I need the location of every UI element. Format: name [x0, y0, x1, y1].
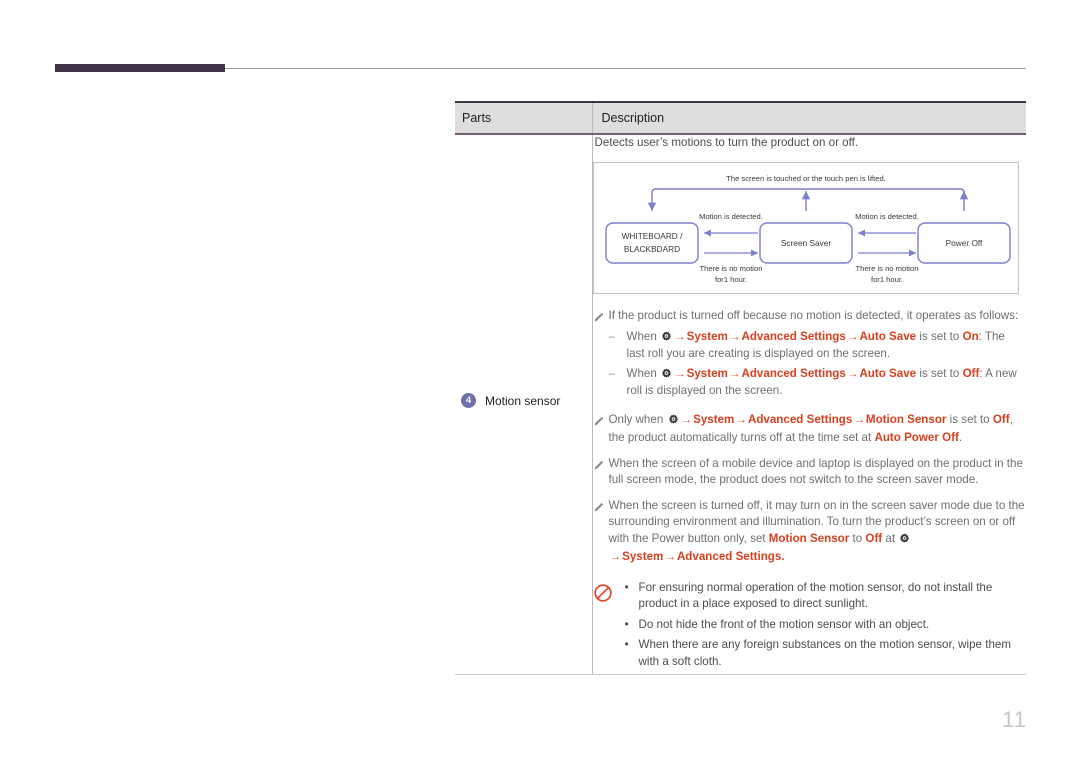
state-value-off: Off: [992, 412, 1010, 426]
menu-path-system: System: [686, 366, 728, 380]
menu-path-system: System: [686, 329, 728, 343]
sub-item-auto-save-on: – When →System→Advanced Settings→Auto Sa…: [608, 329, 1005, 361]
part-number-badge: 4: [461, 393, 476, 408]
warning-item: Do not hide the front of the motion sens…: [623, 616, 1027, 634]
menu-motion-sensor: Motion Sensor: [768, 531, 850, 545]
pencil-icon: [593, 308, 609, 403]
warning-item: When there are any foreign substances on…: [623, 636, 1027, 670]
gear-icon: [661, 368, 672, 384]
diagram-node-whiteboard: [604, 222, 699, 264]
note4-mid2: at: [885, 531, 896, 545]
note4-tail: .: [781, 550, 785, 563]
part-name-label: Motion sensor: [485, 393, 561, 408]
state-diagram-svg: The screen is touched or the touch pen i…: [604, 174, 1011, 284]
column-header-parts: Parts: [455, 101, 592, 135]
diagram-node-whiteboard-line1: WHITEBOARD /: [621, 231, 683, 241]
diagram-top-return-path: [647, 188, 968, 211]
menu-auto-power-off: Auto Power Off: [874, 431, 959, 444]
dash-marker: –: [608, 329, 615, 343]
part-entry-motion-sensor: 4 Motion sensor: [461, 393, 560, 408]
menu-path-system: System: [622, 550, 664, 563]
pencil-icon: [593, 456, 609, 489]
page-number: 11: [1002, 707, 1027, 732]
note-power-button-only: When the screen is turned off, it may tu…: [593, 498, 1027, 566]
table-header-row: Parts Description: [455, 101, 1026, 135]
note2-lead: Only when: [608, 412, 664, 426]
prohibition-icon: [593, 580, 623, 675]
menu-path-auto-save: Auto Save: [859, 366, 917, 380]
diagram-node-screen-saver-label: Screen Saver: [780, 238, 831, 248]
diagram-node-power-off-label: Power Off: [945, 238, 982, 248]
note-full-screen-mode-text: When the screen of a mobile device and l…: [608, 456, 1023, 487]
diagram-edge-label-motion-right: Motion is detected.: [855, 212, 919, 221]
header-chapter-bar: [55, 64, 225, 72]
state-value-off: Off: [865, 531, 883, 545]
warning-list: For ensuring normal operation of the mot…: [623, 579, 1027, 675]
pencil-icon: [593, 412, 609, 447]
gear-icon: [661, 331, 672, 347]
state-value-on: On: [962, 329, 979, 343]
diagram-node-whiteboard-line2: BLACKBDARD: [623, 244, 679, 254]
note4-mid1: to: [852, 531, 863, 545]
parts-cell: 4 Motion sensor: [455, 134, 593, 675]
note-auto-save-sublist: – When →System→Advanced Settings→Auto Sa…: [609, 329, 1027, 399]
column-header-description: Description: [591, 101, 1026, 135]
menu-path-advanced-settings: Advanced Settings: [676, 550, 782, 563]
diagram-edge-label-nomotion-left-1: There is no motion: [699, 264, 762, 273]
description-intro-text: Detects user’s motions to turn the produ…: [594, 136, 859, 149]
note2-mid: is set to: [949, 412, 990, 426]
diagram-edge-label-nomotion-left-2: for1 hour.: [714, 275, 746, 284]
menu-path-advanced-settings: Advanced Settings: [741, 366, 846, 380]
warning-block: For ensuring normal operation of the mot…: [593, 579, 1027, 675]
sub-item-lead: When: [626, 366, 657, 380]
gear-icon: [899, 533, 910, 550]
menu-path-advanced-settings: Advanced Settings: [741, 329, 846, 343]
diagram-edge-label-nomotion-right-1: There is no motion: [855, 264, 918, 273]
motion-sensor-state-diagram: The screen is touched or the touch pen i…: [592, 162, 1019, 294]
sub-item-lead: When: [626, 329, 657, 343]
menu-path-motion-sensor: Motion Sensor: [865, 412, 947, 426]
pencil-icon: [593, 498, 609, 566]
sub-item-auto-save-off: – When →System→Advanced Settings→Auto Sa…: [608, 366, 1017, 398]
note-motion-sensor-off: Only when →System→Advanced Settings→Moti…: [593, 412, 1027, 447]
menu-path-advanced-settings: Advanced Settings: [747, 412, 853, 426]
warning-item: For ensuring normal operation of the mot…: [623, 579, 1027, 613]
diagram-edge-label-nomotion-right-2: for1 hour.: [870, 275, 902, 284]
sub-item-mid: is set to: [919, 329, 960, 343]
parts-description-table: Parts Description 4 Motion sensor Detect…: [455, 101, 1026, 675]
table-row: 4 Motion sensor Detects user’s motions t…: [455, 134, 1026, 675]
menu-path-auto-save: Auto Save: [859, 329, 917, 343]
note2-tail2: .: [958, 431, 963, 444]
gear-icon: [668, 414, 679, 431]
diagram-edge-label-motion-left: Motion is detected.: [699, 212, 763, 221]
diagram-top-label: The screen is touched or the touch pen i…: [726, 174, 886, 183]
dash-marker: –: [608, 366, 615, 380]
menu-path-system: System: [693, 412, 735, 426]
description-cell: Detects user’s motions to turn the produ…: [592, 134, 1026, 675]
note-auto-save-text: If the product is turned off because no …: [608, 309, 1019, 322]
note-auto-save: If the product is turned off because no …: [593, 308, 1027, 403]
sub-item-mid: is set to: [919, 366, 960, 380]
note-full-screen-mode: When the screen of a mobile device and l…: [593, 456, 1027, 489]
state-value-off: Off: [962, 366, 980, 380]
